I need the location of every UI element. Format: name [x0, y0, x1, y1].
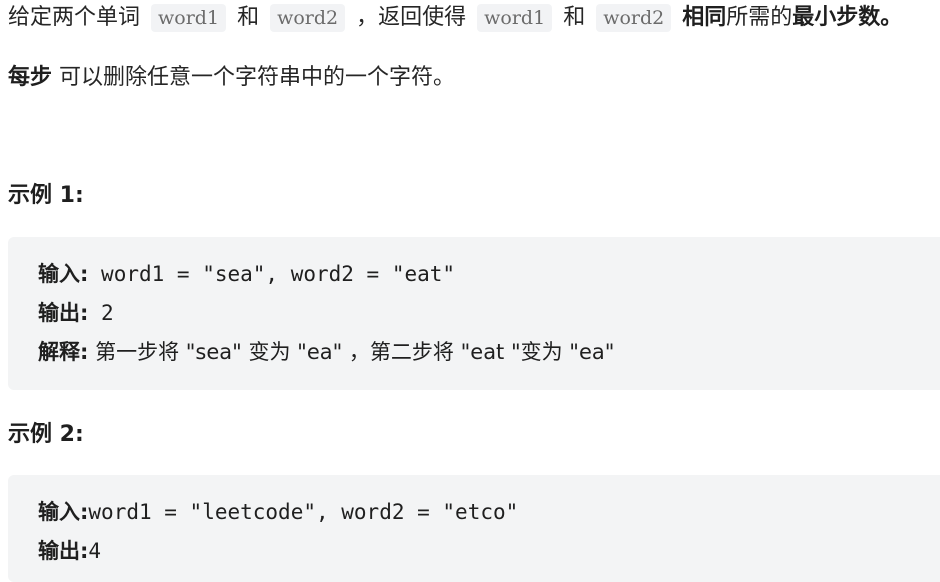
intro-paragraph: 给定两个单词 word1 和 word2 ，返回使得 word1 和 word2… — [8, 2, 902, 34]
intro-bold-min-steps: 最小步数 — [792, 5, 881, 30]
intro-text-5: 所需的 — [726, 5, 793, 30]
intro-text-2: 和 — [237, 5, 260, 30]
example-2-output-value: 4 — [88, 539, 102, 563]
example-1-input-label: 输入: — [38, 262, 89, 286]
problem-description: 给定两个单词 word1 和 word2 ，返回使得 word1 和 word2… — [0, 0, 940, 582]
example-1-explain-text: 第一步将 "sea" 变为 "ea" ，第二步将 "eat "变为 "ea" — [88, 340, 615, 364]
example-1-explain-label: 解释: — [38, 340, 89, 364]
inline-code-word2-second: word2 — [596, 4, 672, 32]
example-2-heading: 示例 2: — [8, 422, 84, 447]
example-2-output-label: 输出: — [38, 539, 89, 563]
example-1-heading: 示例 1: — [8, 183, 84, 208]
example-1-input-value: word1 = "sea", word2 = "eat" — [88, 262, 456, 286]
intro-text-4: 和 — [563, 5, 586, 30]
example-2-input-label: 输入: — [38, 500, 89, 524]
example-1-output-line: 输出: 2 — [38, 298, 114, 328]
intro-text-1: 给定两个单词 — [8, 5, 141, 30]
example-1-explain-line: 解释: 第一步将 "sea" 变为 "ea" ，第二步将 "eat "变为 "e… — [38, 337, 614, 367]
step-text: 可以删除任意一个字符串中的一个字符。 — [52, 65, 456, 90]
intro-text-3: ，返回使得 — [356, 5, 467, 30]
step-paragraph: 每步 可以删除任意一个字符串中的一个字符。 — [8, 62, 455, 94]
example-1-output-label: 输出: — [38, 301, 89, 325]
example-2-output-line: 输出:4 — [38, 536, 101, 566]
example-2-input-value: word1 = "leetcode", word2 = "etco" — [88, 500, 519, 524]
intro-bold-same: 相同 — [682, 5, 727, 30]
example-2-input-line: 输入:word1 = "leetcode", word2 = "etco" — [38, 497, 518, 527]
inline-code-word1: word1 — [151, 4, 227, 32]
inline-code-word1-second: word1 — [477, 4, 553, 32]
example-1-output-value: 2 — [88, 301, 114, 325]
example-2-code-block: 输入:word1 = "leetcode", word2 = "etco" 输出… — [8, 475, 940, 582]
inline-code-word2: word2 — [270, 4, 346, 32]
intro-text-6: 。 — [880, 5, 903, 30]
step-bold: 每步 — [8, 65, 53, 90]
example-1-code-block: 输入: word1 = "sea", word2 = "eat" 输出: 2 解… — [8, 237, 940, 390]
example-1-input-line: 输入: word1 = "sea", word2 = "eat" — [38, 259, 455, 289]
